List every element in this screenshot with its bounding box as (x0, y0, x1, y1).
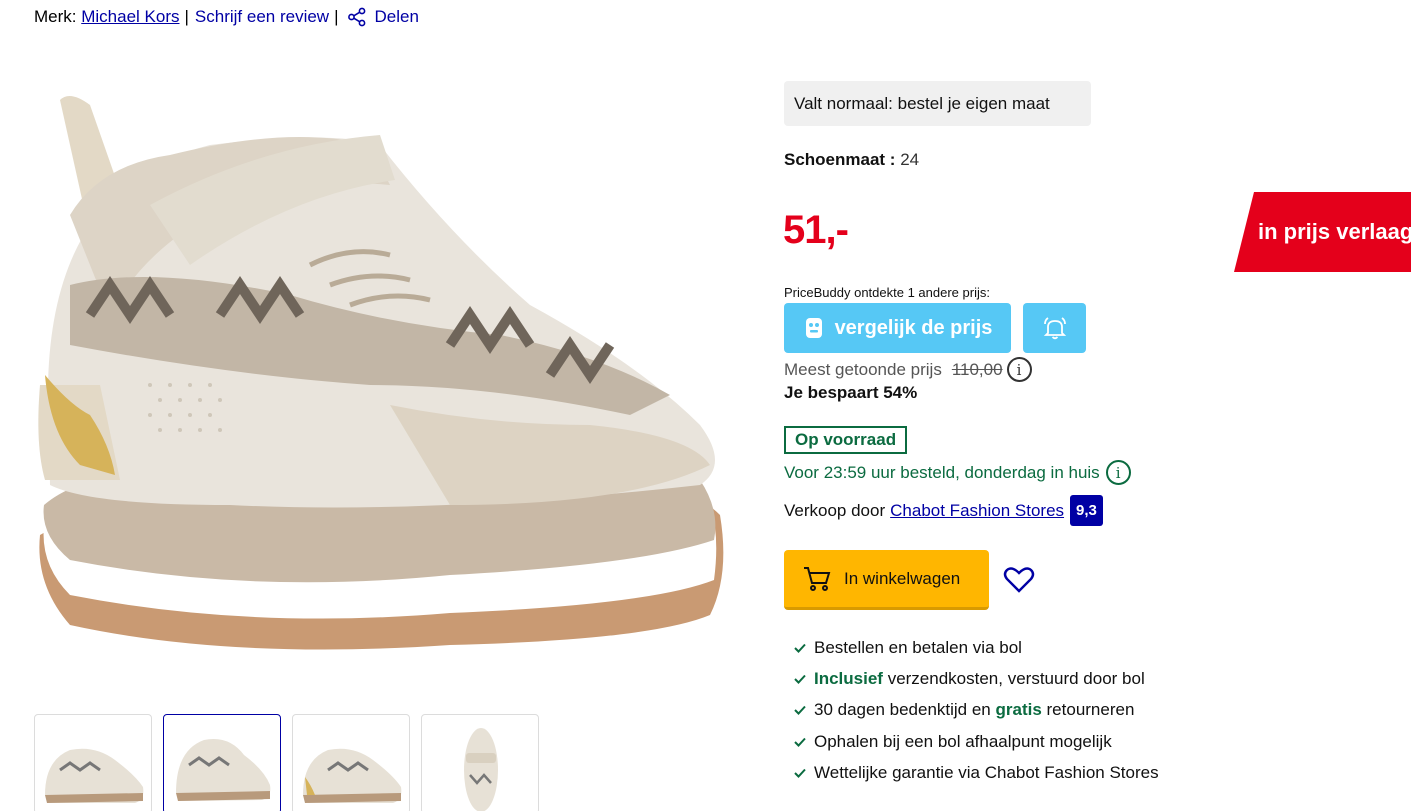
check-icon (794, 643, 806, 653)
add-to-cart-label: In winkelwagen (844, 568, 961, 588)
most-shown-price: Meest getoonde prijs 110,00 i (784, 357, 1032, 382)
check-icon (794, 674, 806, 684)
seller-row: Verkoop door Chabot Fashion Stores 9,3 (784, 495, 1103, 526)
usp-bold: Inclusief (814, 668, 883, 688)
usp-bold: gratis (995, 700, 1042, 720)
share-label: Delen (374, 7, 419, 26)
thumbnail-image (464, 728, 498, 811)
usp-text: Ophalen bij een bol afhaalpunt mogelijk (814, 731, 1112, 751)
info-icon[interactable]: i (1006, 357, 1032, 382)
thumbnail-strip (34, 714, 539, 811)
brand-link[interactable]: Michael Kors (81, 7, 179, 27)
brand-label: Merk: (34, 7, 77, 26)
check-icon (794, 705, 806, 716)
add-to-cart-button[interactable]: In winkelwagen (784, 550, 989, 610)
check-icon (794, 768, 806, 778)
shoe-size-value: 24 (900, 150, 920, 169)
share-button[interactable]: Delen (347, 7, 419, 27)
shoe-size-label: Schoenmaat : (784, 150, 896, 169)
usp-list: Bestellen en betalen via bol Inclusief v… (794, 632, 1159, 788)
usp-item: Wettelijke garantie via Chabot Fashion S… (794, 757, 1159, 788)
usp-part: 30 dagen bedenktijd en (814, 700, 996, 720)
bell-icon (1043, 317, 1066, 340)
most-shown-value: 110,00 (951, 359, 1003, 379)
thumbnail-image (303, 748, 402, 803)
delivery-info-icon[interactable]: i (1105, 460, 1131, 485)
savings-text: Je bespaart 54% (784, 383, 918, 402)
thumbnail-3[interactable] (292, 714, 410, 811)
price-drop-label: in prijs verlaagd (1258, 219, 1411, 244)
stock-badge: Op voorraad (784, 426, 908, 454)
thumbnail-image (45, 748, 144, 803)
compare-price-label: vergelijk de prijs (834, 316, 993, 339)
seller-link[interactable]: Chabot Fashion Stores (890, 501, 1064, 521)
seller-label: Verkoop door (784, 500, 886, 520)
thumbnail-image (176, 739, 271, 801)
wishlist-heart-icon[interactable] (1003, 565, 1035, 595)
usp-text: Bestellen en betalen via bol (814, 637, 1022, 657)
usp-text: Inclusief verzendkosten, verstuurd door … (814, 669, 1145, 689)
usp-part: retourneren (1041, 700, 1135, 720)
thumbnail-4[interactable] (421, 714, 539, 811)
check-icon (794, 737, 806, 747)
separator: | (334, 7, 339, 26)
seller-rating-badge: 9,3 (1070, 495, 1103, 526)
cart-icon (804, 566, 831, 591)
product-meta-row: Merk: Michael Kors | Schrijf een review … (34, 7, 419, 27)
shoe-size: Schoenmaat : 24 (784, 150, 919, 170)
usp-rest: verzendkosten, verstuurd door bol (882, 668, 1145, 688)
usp-item: 30 dagen bedenktijd en gratis retournere… (794, 695, 1159, 726)
thumbnail-2-active[interactable] (163, 714, 281, 811)
compare-price-button[interactable]: vergelijk de prijs (784, 303, 1011, 353)
price: 51,- (783, 208, 849, 252)
usp-item: Bestellen en betalen via bol (794, 632, 1159, 663)
delivery-text: Voor 23:59 uur besteld, donderdag in hui… (784, 462, 1100, 482)
price-alert-button[interactable] (1023, 303, 1086, 353)
usp-text: 30 dagen bedenktijd en gratis retournere… (814, 700, 1134, 720)
write-review-link[interactable]: Schrijf een review (195, 7, 329, 27)
thumbnail-1[interactable] (34, 714, 152, 811)
share-icon (347, 7, 365, 27)
separator: | (184, 7, 189, 26)
usp-item: Ophalen bij een bol afhaalpunt mogelijk (794, 726, 1159, 757)
pricebuddy-mascot-icon (805, 318, 822, 338)
delivery-promise: Voor 23:59 uur besteld, donderdag in hui… (784, 460, 1131, 485)
usp-text: Wettelijke garantie via Chabot Fashion S… (814, 762, 1159, 782)
product-main-image[interactable] (30, 85, 730, 665)
most-shown-label: Meest getoonde prijs (784, 359, 942, 379)
usp-item: Inclusief verzendkosten, verstuurd door … (794, 663, 1159, 694)
fit-note: Valt normaal: bestel je eigen maat (784, 81, 1091, 126)
pricebuddy-text: PriceBuddy ontdekte 1 andere prijs: (784, 285, 990, 300)
